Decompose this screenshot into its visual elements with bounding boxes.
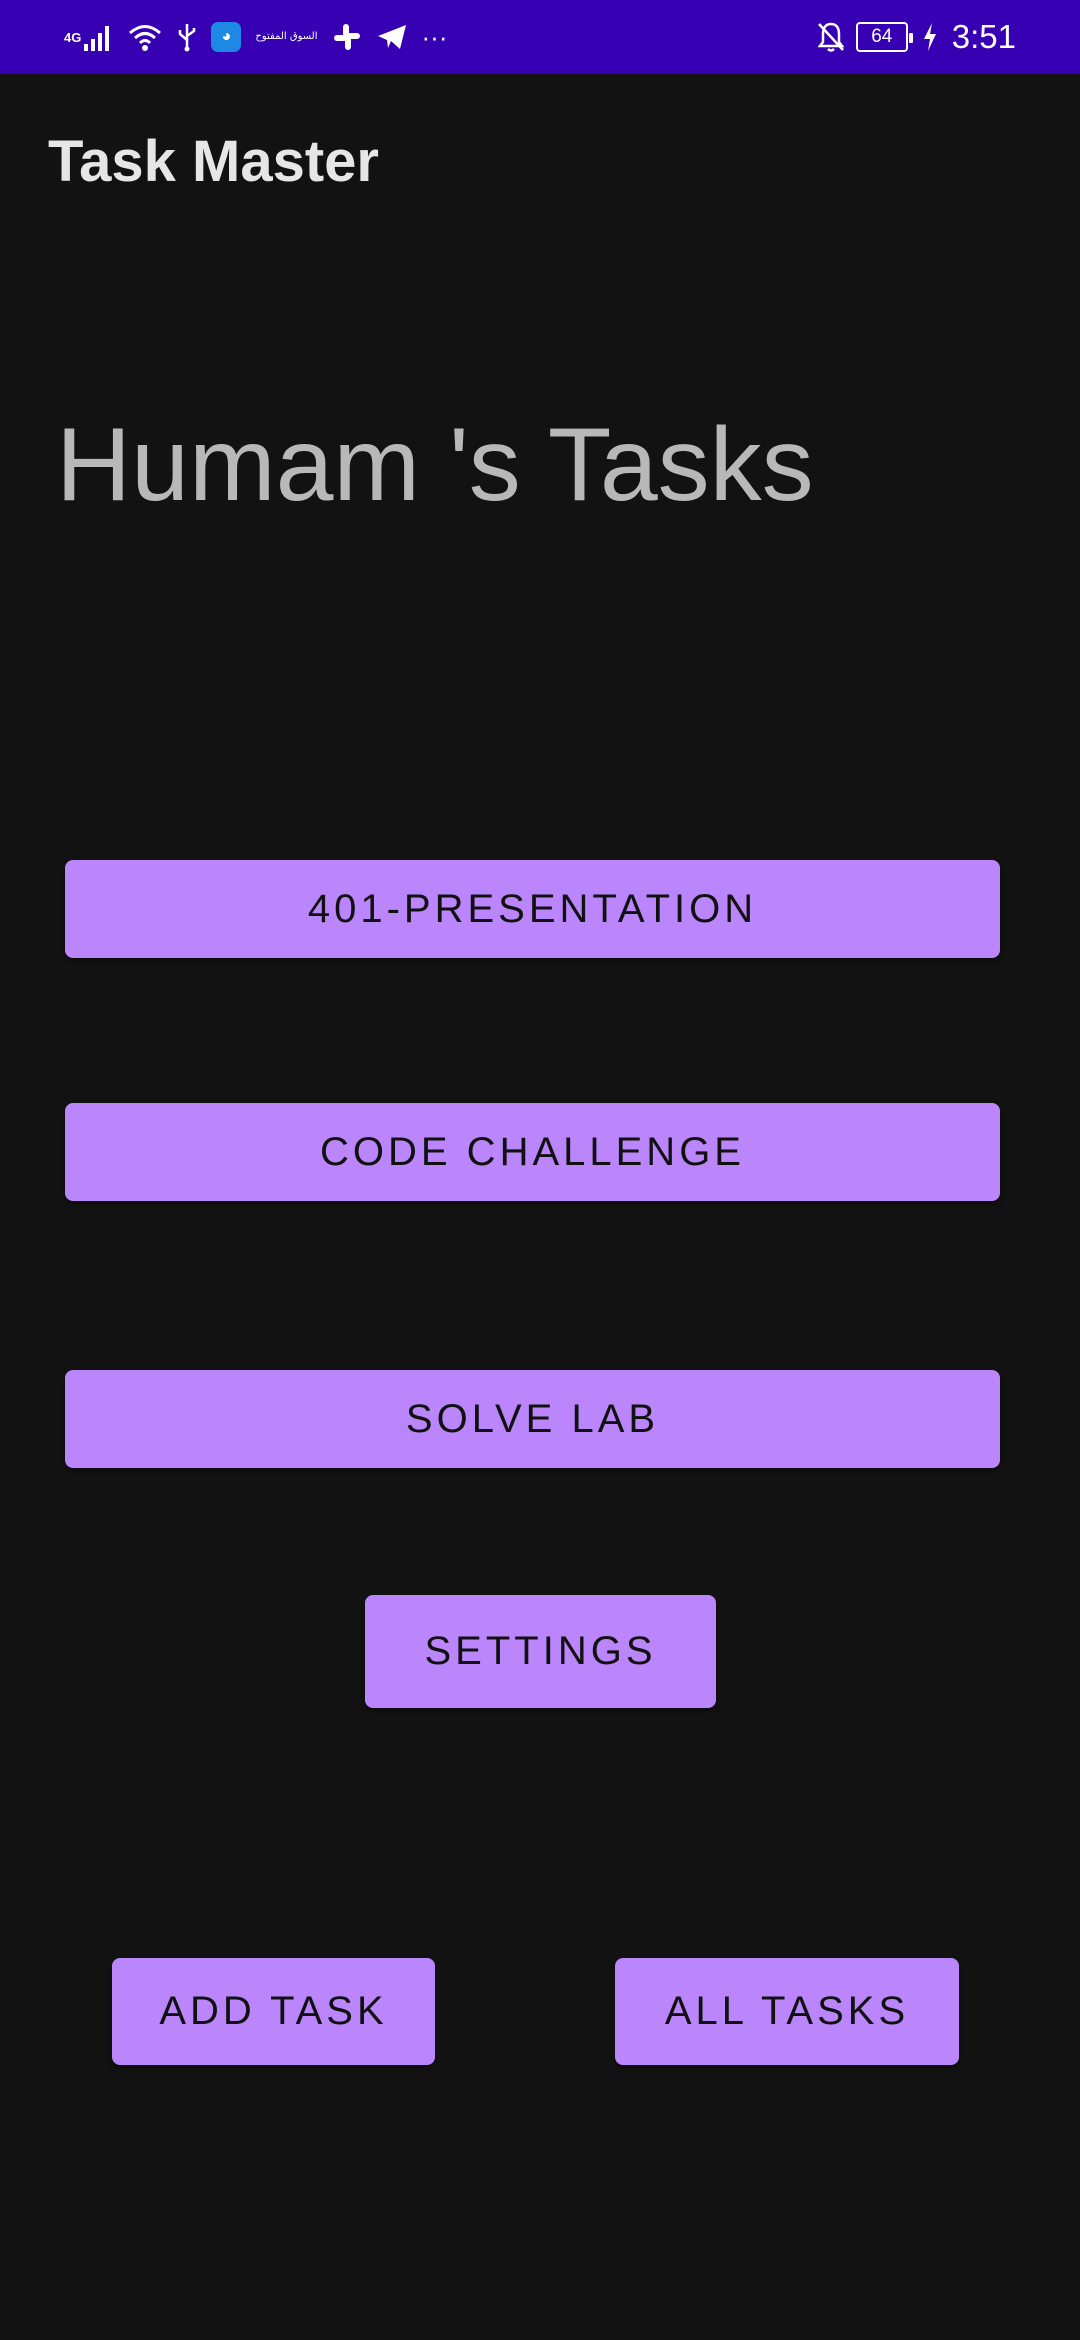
status-bar: 4G ◕ السوق المفتوح ··· 64 3:51 [0, 0, 1080, 74]
more-icon: ··· [421, 21, 448, 52]
network-type-label: 4G [64, 29, 82, 45]
all-tasks-button[interactable]: ALL TASKS [615, 1958, 959, 2065]
app-bar-title: Task Master [48, 129, 379, 194]
task-button-401-presentation[interactable]: 401-PRESENTATION [65, 860, 1000, 958]
add-task-button[interactable]: ADD TASK [112, 1958, 435, 2065]
opensooq-app-icon: السوق المفتوح [255, 30, 318, 42]
usb-icon [177, 22, 197, 52]
status-bar-left: 4G ◕ السوق المفتوح ··· [64, 0, 447, 74]
user-tasks-heading: Humam 's Tasks [56, 407, 814, 523]
battery-icon: 64 [855, 22, 913, 52]
status-bar-right: 64 3:51 [816, 0, 1016, 74]
settings-button[interactable]: SETTINGS [365, 1595, 716, 1708]
wifi-icon [127, 22, 163, 52]
charging-icon [922, 22, 938, 52]
task-button-solve-lab[interactable]: SOLVE LAB [65, 1370, 1000, 1468]
task-button-code-challenge[interactable]: CODE CHALLENGE [65, 1103, 1000, 1201]
signal-icon: 4G [64, 22, 113, 52]
slack-icon [332, 22, 362, 52]
telegram-icon [376, 22, 408, 52]
battery-level: 64 [871, 26, 893, 47]
notifications-off-icon [816, 21, 846, 53]
clock: 3:51 [951, 18, 1016, 55]
chat-app-icon: ◕ [211, 22, 242, 52]
